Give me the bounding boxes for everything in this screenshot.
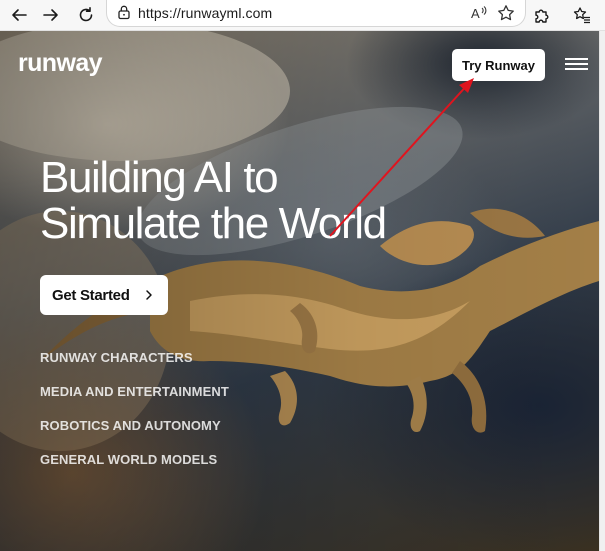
refresh-icon[interactable]: [73, 2, 99, 28]
link-runway-characters[interactable]: RUNWAY CHARACTERS: [40, 349, 229, 383]
hero-headline: Building AI to Simulate the World: [40, 155, 460, 247]
chevron-right-icon: [146, 290, 152, 300]
forward-arrow-icon[interactable]: [38, 2, 64, 28]
star-icon[interactable]: [497, 4, 515, 22]
get-started-button[interactable]: Get Started: [40, 275, 168, 315]
page-scrollbar[interactable]: [599, 31, 605, 551]
url-text[interactable]: https://runwayml.com: [138, 5, 272, 21]
headline-line-2: Simulate the World: [40, 199, 387, 248]
headline-line-1: Building AI to: [40, 153, 279, 202]
back-arrow-icon[interactable]: [6, 2, 32, 28]
hero-links: RUNWAY CHARACTERS MEDIA AND ENTERTAINMEN…: [40, 349, 229, 485]
svg-text:A: A: [471, 6, 480, 21]
runway-logo[interactable]: runway: [18, 49, 103, 78]
try-runway-button[interactable]: Try Runway: [452, 49, 545, 81]
favorites-icon[interactable]: [569, 2, 595, 28]
link-robotics-and-autonomy[interactable]: ROBOTICS AND AUTONOMY: [40, 417, 229, 451]
get-started-label: Get Started: [52, 286, 130, 304]
read-aloud-icon[interactable]: A: [470, 4, 488, 22]
address-bar[interactable]: https://runwayml.com A: [106, 0, 526, 27]
hamburger-menu-icon[interactable]: [565, 58, 589, 72]
hero-section: runway Try Runway Building AI to Simulat…: [0, 31, 599, 551]
browser-toolbar: https://runwayml.com A: [0, 0, 605, 31]
puzzle-icon[interactable]: [529, 2, 555, 28]
link-general-world-models[interactable]: GENERAL WORLD MODELS: [40, 451, 229, 485]
link-media-and-entertainment[interactable]: MEDIA AND ENTERTAINMENT: [40, 383, 229, 417]
lock-icon[interactable]: [116, 4, 132, 20]
